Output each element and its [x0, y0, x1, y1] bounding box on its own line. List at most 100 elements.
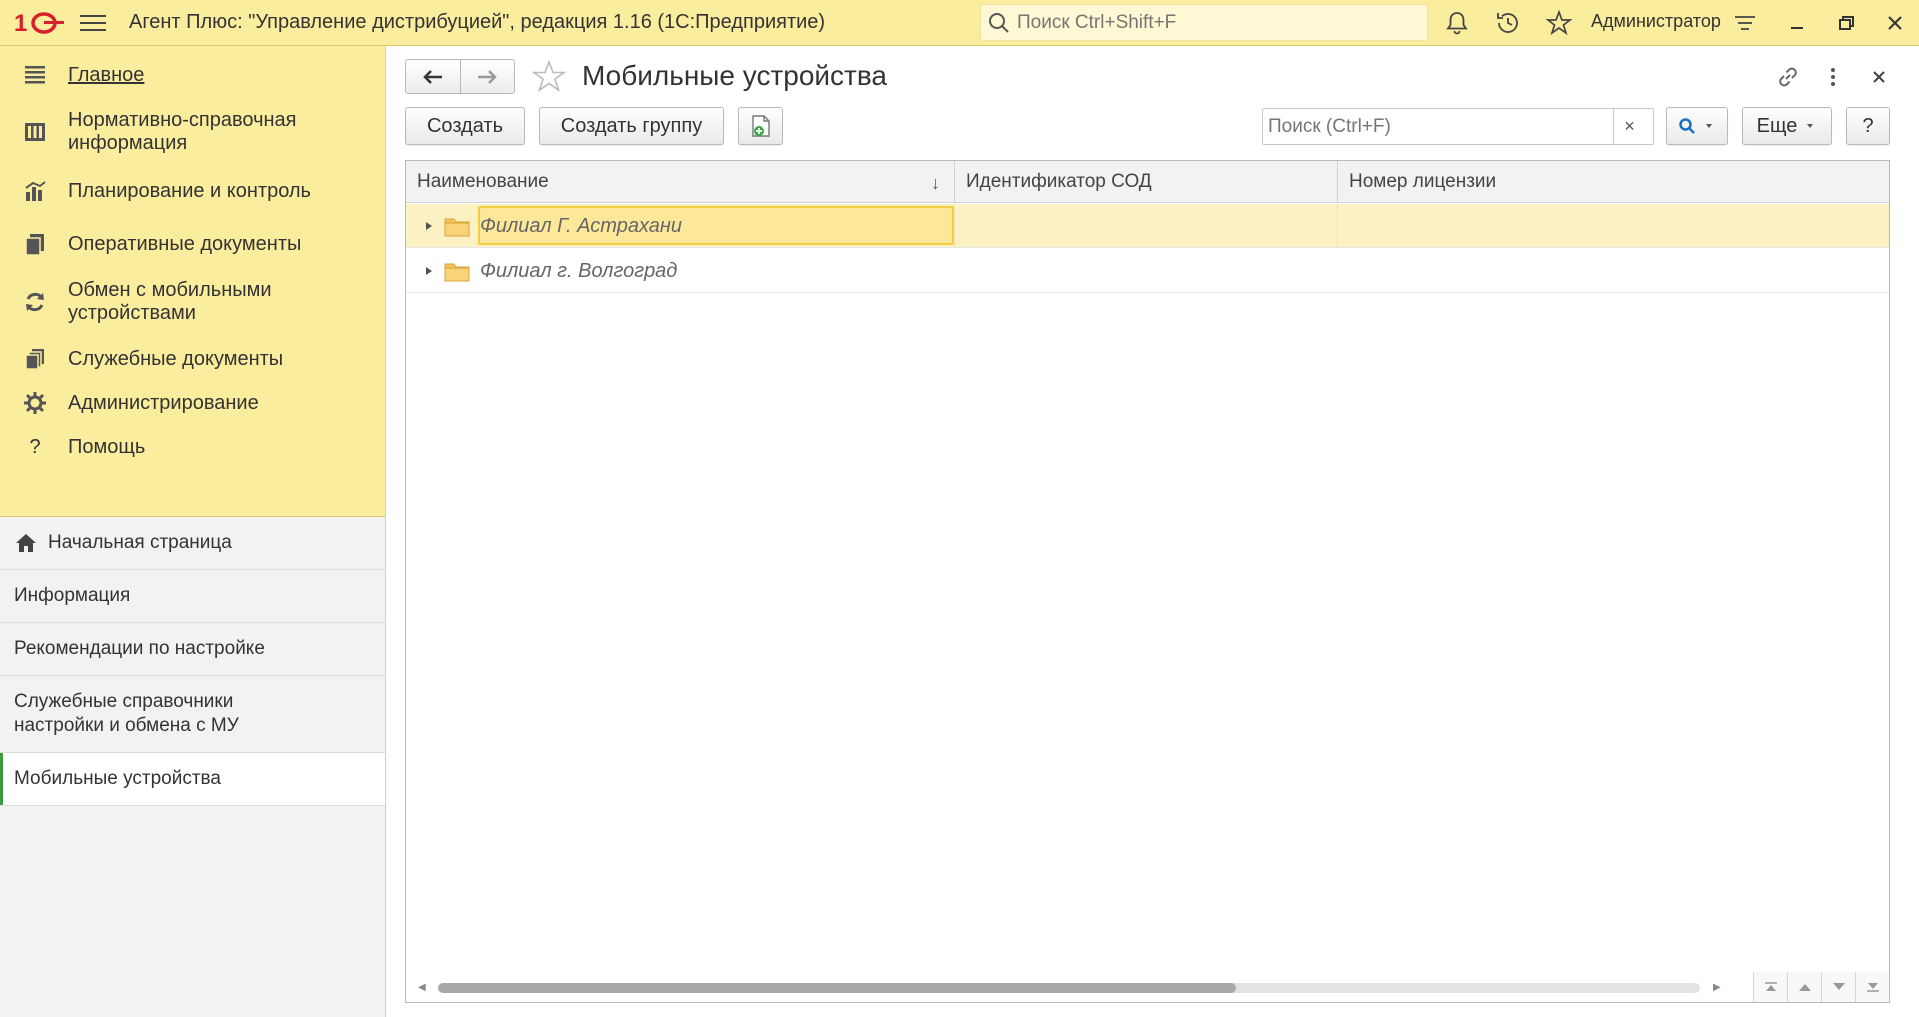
home-icon [16, 534, 36, 552]
nav-item-information[interactable]: Информация [0, 570, 385, 623]
main-menu-button[interactable] [80, 10, 106, 36]
devices-table[interactable]: Наименование ↓ Идентификатор СОД Номер л… [405, 160, 1890, 1003]
search-icon [1679, 118, 1695, 134]
page-down-button[interactable] [1821, 972, 1855, 1002]
menu-list-icon [25, 66, 45, 84]
section-administration[interactable]: Администрирование [0, 385, 385, 421]
forward-button[interactable] [459, 60, 515, 93]
triangle-up-icon [1798, 984, 1811, 991]
row-sod-id [954, 249, 1337, 293]
horizontal-scrollbar[interactable]: ◀ ▶ [406, 972, 1889, 1002]
sidebar: Главное Нормативно-справочная информация… [0, 46, 386, 1017]
1c-logo: 1 [14, 10, 64, 37]
chevron-down-icon [1807, 124, 1814, 128]
list-search-field[interactable]: × [1262, 108, 1654, 145]
column-header-license[interactable]: Номер лицензии [1337, 161, 1889, 203]
more-button-label: Еще [1756, 114, 1798, 137]
nav-item-setup-recommendations[interactable]: Рекомендации по настройке [0, 623, 385, 676]
section-label: Помощь [68, 435, 146, 458]
nav-item-mobile-devices[interactable]: Мобильные устройства [0, 753, 385, 806]
search-options-button[interactable] [1666, 107, 1728, 145]
folder-icon [444, 263, 470, 282]
list-search-input[interactable] [1263, 109, 1613, 144]
help-icon: ? [29, 436, 41, 458]
page-title: Мобильные устройства [582, 60, 888, 91]
form-area: Мобильные устройства Создать Создать гру… [387, 46, 1919, 1017]
global-search[interactable] [980, 4, 1428, 41]
settings-lines-icon[interactable] [1731, 9, 1759, 37]
section-planning[interactable]: Планирование и контроль [0, 173, 385, 209]
scroll-track[interactable] [438, 983, 1700, 993]
triangle-down-icon [1832, 983, 1845, 990]
column-header-label: Идентификатор СОД [966, 171, 1152, 192]
row-license [1337, 204, 1889, 248]
service-docs-icon [25, 349, 44, 370]
table-row[interactable]: Филиал Г. Астрахани [406, 204, 1889, 248]
user-name[interactable]: Администратор [1591, 11, 1721, 32]
documents-icon [25, 234, 44, 256]
history-navigation [405, 59, 515, 94]
arrow-left-icon [422, 69, 442, 84]
bell-icon[interactable] [1443, 9, 1471, 37]
chevron-down-icon [1706, 124, 1712, 128]
folder-icon [444, 218, 470, 237]
back-button[interactable] [406, 60, 460, 93]
section-service-docs[interactable]: Служебные документы [0, 341, 385, 377]
more-actions-icon[interactable] [1818, 62, 1848, 92]
table-row[interactable]: Филиал г. Волгоград [406, 249, 1889, 293]
app-title: Агент Плюс: "Управление дистрибуцией", р… [129, 11, 826, 33]
add-document-icon [751, 115, 770, 137]
catalog-icon [25, 123, 45, 141]
search-icon [989, 12, 1009, 33]
column-header-sod-id[interactable]: Идентификатор СОД [954, 161, 1337, 203]
section-label: Главное [68, 63, 145, 86]
last-page-icon [1866, 983, 1879, 992]
row-sod-id [954, 204, 1337, 248]
column-header-label: Номер лицензии [1349, 171, 1497, 192]
scroll-left-icon[interactable]: ◀ [418, 982, 426, 993]
scroll-thumb[interactable] [438, 983, 1236, 993]
svg-text:1: 1 [14, 10, 27, 37]
favorite-star-icon[interactable] [531, 59, 567, 95]
clear-search-button[interactable]: × [1613, 109, 1645, 144]
section-operational-docs[interactable]: Оперативные документы [0, 226, 385, 262]
column-header-name[interactable]: Наименование ↓ [406, 161, 954, 203]
minimize-icon[interactable] [1782, 8, 1812, 38]
sort-arrow-icon: ↓ [931, 173, 940, 193]
column-header-label: Наименование [417, 171, 549, 192]
section-help[interactable]: ? Помощь [0, 429, 385, 465]
page-up-button[interactable] [1787, 972, 1821, 1002]
expand-triangle-icon[interactable] [424, 265, 434, 277]
create-copy-button[interactable] [738, 107, 783, 145]
nav-item-home[interactable]: Начальная страница [0, 517, 385, 570]
global-search-input[interactable] [1017, 11, 1417, 34]
row-license [1337, 249, 1889, 293]
gear-icon [24, 392, 46, 414]
help-button[interactable]: ? [1846, 107, 1890, 145]
star-icon[interactable] [1545, 9, 1573, 37]
chart-icon [25, 181, 46, 201]
close-icon[interactable] [1880, 8, 1910, 38]
section-mobile-exchange[interactable]: Обмен с мобильными устройствами [0, 277, 385, 327]
row-name: Филиал г. Волгоград [480, 260, 678, 282]
section-label: Служебные документы [68, 347, 284, 370]
section-main[interactable]: Главное [0, 57, 385, 93]
restore-icon[interactable] [1831, 8, 1861, 38]
nav-item-service-catalogs[interactable]: Служебные справочники настройки и обмена… [0, 676, 386, 753]
link-icon[interactable] [1773, 62, 1803, 92]
scroll-to-bottom-button[interactable] [1855, 972, 1889, 1002]
sync-icon [26, 292, 44, 312]
section-reference-info[interactable]: Нормативно-справочная информация [0, 107, 385, 157]
section-label: Планирование и контроль [68, 179, 311, 202]
close-form-icon[interactable] [1864, 62, 1894, 92]
history-icon[interactable] [1494, 9, 1522, 37]
create-group-button[interactable]: Создать группу [539, 107, 724, 145]
scroll-right-icon[interactable]: ▶ [1713, 982, 1721, 993]
scroll-to-top-button[interactable] [1753, 972, 1787, 1002]
expand-triangle-icon[interactable] [424, 220, 434, 232]
nav-label: Начальная страница [48, 532, 232, 553]
section-label: Администрирование [68, 391, 259, 414]
create-button[interactable]: Создать [405, 107, 525, 145]
more-button[interactable]: Еще [1742, 107, 1832, 145]
navigation-list: Начальная страница Информация Рекомендац… [0, 516, 386, 806]
